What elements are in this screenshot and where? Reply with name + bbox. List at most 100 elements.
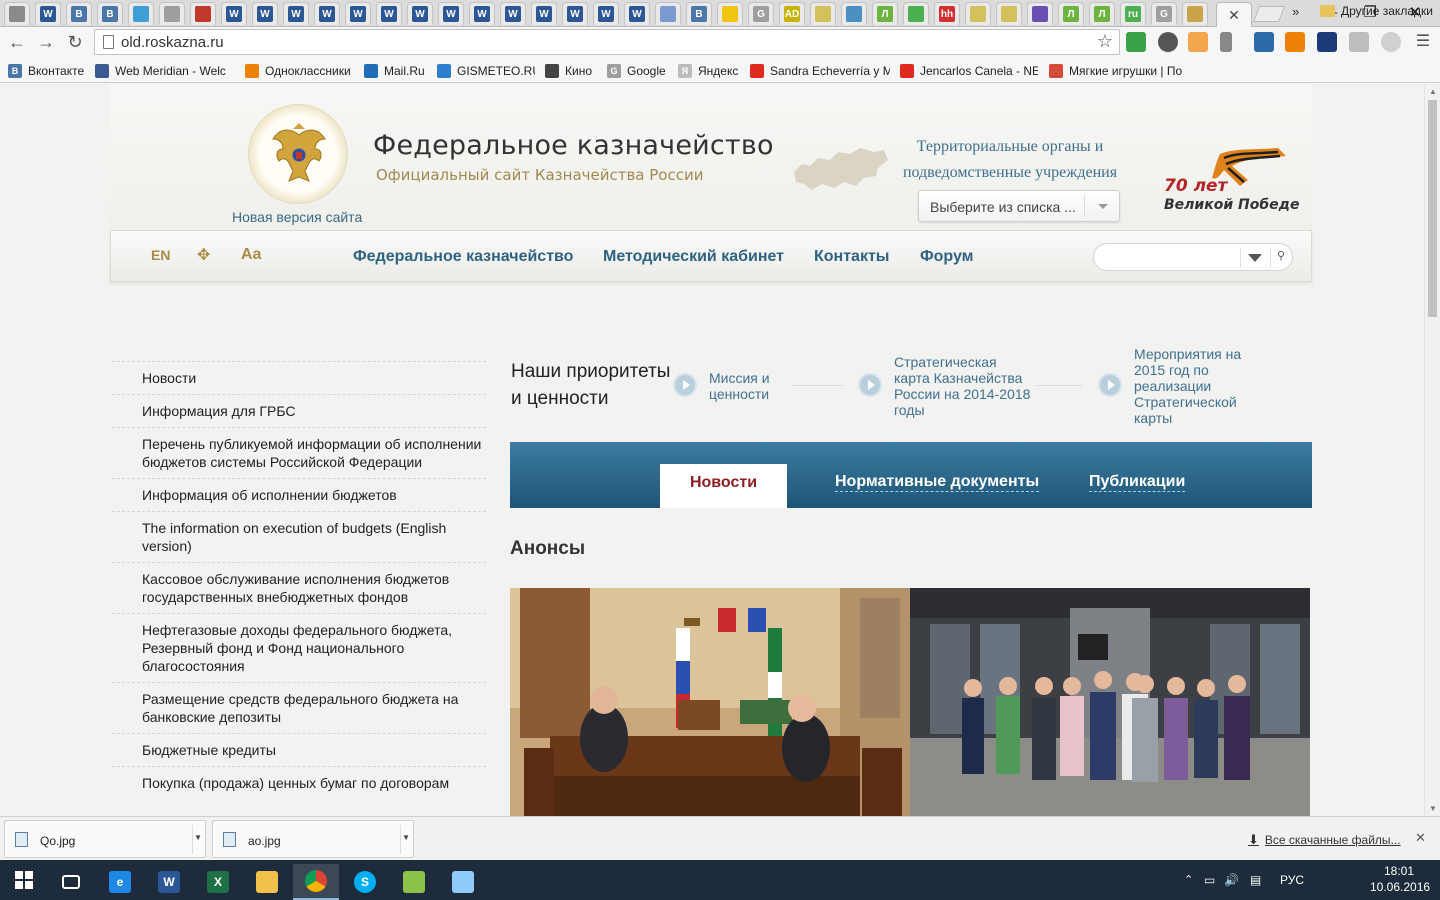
taskbar-app[interactable]: S (342, 864, 388, 900)
menu-item-grbs[interactable]: Информация для ГРБС (112, 394, 486, 427)
bookmarks-overflow-button[interactable]: » (1292, 4, 1299, 19)
pinned-tab[interactable] (965, 2, 991, 25)
url-text[interactable]: old.roskazna.ru (121, 34, 224, 51)
site-search[interactable]: ⚲ (1093, 243, 1293, 271)
announcement-photo-meeting[interactable] (510, 588, 910, 816)
russia-map-icon[interactable] (790, 142, 890, 194)
pinned-tab[interactable] (996, 2, 1022, 25)
pinned-tab[interactable] (717, 2, 743, 25)
note-extension-icon[interactable] (1188, 32, 1208, 52)
pinned-tab[interactable]: B (66, 2, 92, 25)
language-switch[interactable]: EN (151, 247, 170, 263)
pinned-tab[interactable]: W (283, 2, 309, 25)
adguard-extension-icon[interactable] (1126, 32, 1146, 52)
menu-item-securities[interactable]: Покупка (продажа) ценных бумаг по догово… (112, 766, 486, 799)
taskbar-app[interactable] (244, 864, 290, 900)
sitemap-icon[interactable]: ✥ (197, 245, 210, 265)
taskbar-app[interactable] (440, 864, 486, 900)
menu-item-english-version[interactable]: The information on execution of budgets … (112, 511, 486, 562)
close-icon[interactable]: ✕ (1228, 7, 1240, 24)
reload-button[interactable]: ↻ (64, 31, 86, 53)
pinned-tab[interactable]: Л (872, 2, 898, 25)
input-language[interactable]: РУС (1280, 873, 1304, 887)
pinned-tab[interactable]: W (345, 2, 371, 25)
pinned-tab[interactable] (903, 2, 929, 25)
address-bar[interactable]: old.roskazna.ru ☆ (94, 29, 1120, 55)
pinned-tab[interactable] (1182, 2, 1208, 25)
bookmark-item[interactable]: GISMETEO.RU (437, 62, 535, 79)
taskbar-app[interactable] (48, 864, 94, 900)
search-options-dropdown-icon[interactable] (1248, 254, 1262, 262)
pinned-tab[interactable]: W (593, 2, 619, 25)
odnoklassniki-extension-icon[interactable] (1285, 32, 1305, 52)
active-tab[interactable]: ✕ (1216, 2, 1252, 27)
menu-item-oil-gas[interactable]: Нефтегазовые доходы федерального бюджета… (112, 613, 486, 682)
bookmark-item[interactable]: Jencarlos Canela - NE (900, 62, 1038, 79)
menu-item-published-info[interactable]: Перечень публикуемой информации об испол… (112, 427, 486, 478)
site-title[interactable]: Федеральное казначейство (373, 130, 774, 161)
pinned-tab[interactable]: W (314, 2, 340, 25)
taskbar-app[interactable]: e (97, 864, 143, 900)
pinned-tab[interactable]: W (624, 2, 650, 25)
menu-icon[interactable]: ☰ (1412, 31, 1434, 53)
nav-link-forum[interactable]: Форум (920, 248, 974, 266)
font-size-switch[interactable]: Aa (241, 246, 261, 264)
menu-item-news[interactable]: Новости (112, 361, 486, 394)
bookmark-star-icon[interactable]: ☆ (1097, 31, 1113, 52)
pinned-tab[interactable]: W (35, 2, 61, 25)
menu-item-cash-service[interactable]: Кассовое обслуживание исполнения бюджето… (112, 562, 486, 613)
notifications-icon[interactable]: ▤ (1250, 873, 1261, 887)
vertical-scrollbar[interactable]: ▲ ▼ (1424, 84, 1440, 816)
pinned-tab[interactable]: B (97, 2, 123, 25)
eye-extension-icon[interactable] (1158, 32, 1178, 52)
play-circle-icon[interactable] (673, 373, 697, 397)
pinned-tab[interactable] (190, 2, 216, 25)
music-extension-icon[interactable] (1220, 32, 1232, 52)
clock-date[interactable]: 10.06.2016 (1370, 880, 1430, 894)
pinned-tab[interactable]: W (252, 2, 278, 25)
nav-link-treasury[interactable]: Федеральное казначейство (353, 248, 573, 266)
taskbar-app[interactable] (293, 864, 339, 900)
network-icon[interactable]: ▭ (1204, 873, 1215, 887)
download-item[interactable]: Qo.jpg ▼ (4, 820, 206, 858)
menu-item-deposits[interactable]: Размещение средств федерального бюджета … (112, 682, 486, 733)
pinned-tab[interactable]: W (221, 2, 247, 25)
pinned-tab[interactable]: hh (934, 2, 960, 25)
other-bookmarks-folder[interactable]: Другие закладки (1320, 4, 1433, 18)
pinned-tab[interactable]: W (469, 2, 495, 25)
bookmark-item[interactable]: B Вконтакте (8, 62, 86, 79)
tab-news[interactable]: Новости (660, 464, 787, 508)
vpn-extension-icon[interactable] (1381, 32, 1401, 52)
pinned-tab[interactable]: W (376, 2, 402, 25)
bookmark-item[interactable]: Мягкие игрушки | По (1049, 62, 1189, 79)
scroll-up-icon[interactable]: ▲ (1429, 87, 1437, 96)
start-button[interactable] (0, 860, 48, 900)
nav-link-methodical[interactable]: Методический кабинет (603, 248, 784, 266)
announcement-photo-group[interactable] (910, 588, 1310, 816)
pinned-tab[interactable]: AD (779, 2, 805, 25)
territorial-bodies-link[interactable]: Территориальные органы и подведомственны… (880, 134, 1140, 186)
pinned-tab[interactable] (655, 2, 681, 25)
forward-button[interactable]: → (35, 31, 57, 53)
scrollbar-thumb[interactable] (1428, 100, 1437, 317)
clock-time[interactable]: 18:01 (1384, 864, 1414, 878)
translate-extension-icon[interactable] (1254, 32, 1274, 52)
download-item[interactable]: ao.jpg ▼ (212, 820, 414, 858)
bookmark-item[interactable]: Кино (545, 62, 597, 79)
pinned-tab[interactable] (1027, 2, 1053, 25)
pinned-tab[interactable]: Л (1089, 2, 1115, 25)
volume-icon[interactable]: 🔊 (1224, 873, 1239, 887)
play-circle-icon[interactable] (1098, 373, 1122, 397)
pinned-tab[interactable]: W (531, 2, 557, 25)
bookmark-item[interactable]: Sandra Echeverría y M (750, 62, 890, 79)
pinned-tab[interactable]: G (1151, 2, 1177, 25)
new-version-link[interactable]: Новая версия сайта (232, 209, 362, 225)
tab-normative-documents[interactable]: Нормативные документы (835, 473, 1040, 492)
profile-extension-icon[interactable] (1349, 32, 1369, 52)
show-all-downloads-link[interactable]: ⬇ Все скачанные файлы... (1248, 832, 1401, 848)
pinned-tab[interactable] (841, 2, 867, 25)
bookmark-item[interactable]: Mail.Ru (364, 62, 428, 79)
pinned-tab[interactable]: G (748, 2, 774, 25)
pinned-tab[interactable]: W (562, 2, 588, 25)
priority-strategic-map[interactable]: Стратегическая карта Казначейства России… (894, 354, 1036, 418)
